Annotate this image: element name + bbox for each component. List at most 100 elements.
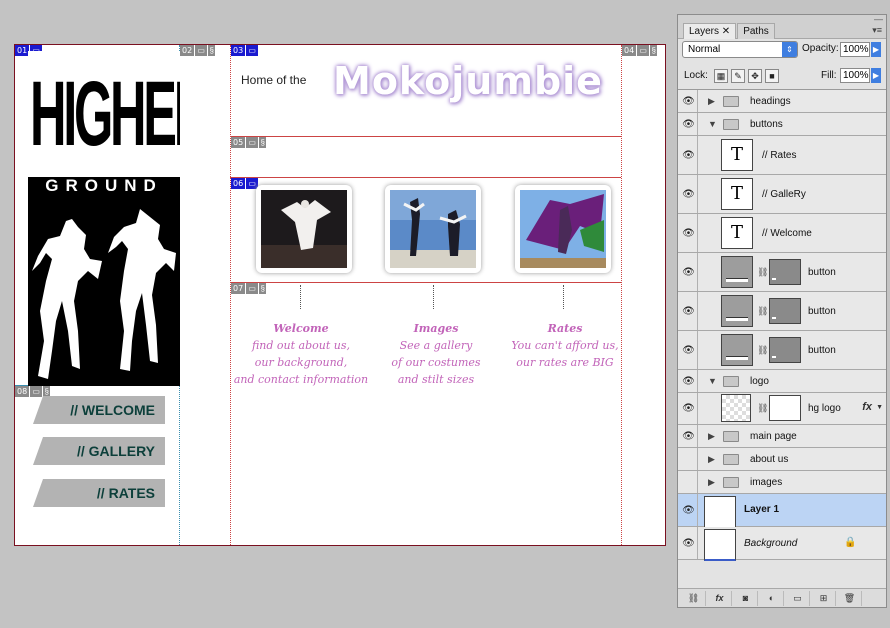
layer-logo[interactable]: 👁 ▼ logo [678, 370, 886, 393]
eye-icon[interactable]: 👁 [680, 370, 698, 392]
text-layer-icon: T [721, 217, 753, 249]
image-slice-icon: ▭ [246, 45, 259, 56]
eye-icon[interactable]: 👁 [680, 253, 698, 291]
tab-paths[interactable]: Paths [737, 23, 775, 39]
slice-tag[interactable]: 05 ▭ § [231, 137, 267, 148]
eye-icon[interactable]: 👁 [680, 393, 698, 424]
blend-mode-value: Normal [688, 44, 721, 55]
layer-background[interactable]: 👁 Background 🔒 [678, 527, 886, 561]
tab-layers[interactable]: Layers ✕ [683, 23, 737, 39]
folder-icon [723, 96, 739, 107]
link-icon[interactable]: ⛓ [757, 403, 768, 414]
slice-tag[interactable]: 08 ▭ § [15, 386, 51, 397]
close-icon[interactable]: ✕ [722, 26, 730, 37]
expand-triangle-icon[interactable]: ▶ [708, 454, 715, 465]
layer-main-page[interactable]: 👁 ▶ main page [678, 425, 886, 448]
opacity-field[interactable]: 100% [840, 42, 870, 57]
fill-field[interactable]: 100% [840, 68, 870, 83]
lock-all-icon[interactable]: ■ [765, 69, 779, 83]
link-slice-icon: § [259, 283, 267, 294]
blend-mode-select[interactable]: Normal ⇕ [682, 41, 798, 58]
layer-thumbnail [721, 394, 751, 422]
fill-label: Fill: [821, 70, 837, 81]
text-layer-icon: T [721, 178, 753, 210]
slice-number: 08 [15, 386, 30, 397]
lock-position-icon[interactable]: ✥ [748, 69, 762, 83]
link-slice-icon: § [43, 386, 51, 397]
nav-button-rates[interactable]: // RATES [33, 479, 165, 507]
layer-about-us[interactable]: 👁 ▶ about us [678, 448, 886, 471]
panel-tabs: Layers ✕ Paths ▾≡ [678, 23, 886, 39]
opacity-arrow-icon[interactable]: ▶ [871, 42, 881, 57]
layer-button[interactable]: 👁 ⛓ button [678, 331, 886, 370]
group-icon[interactable]: ▭ [786, 590, 810, 606]
link-icon[interactable]: ⛓ [757, 306, 768, 317]
layer-hg-logo[interactable]: 👁 ⛓ hg logo fx ▼ [678, 393, 886, 425]
eye-icon[interactable]: 👁 [680, 113, 698, 135]
link-icon[interactable]: ⛓ [682, 590, 706, 606]
trash-icon[interactable]: 🗑 [838, 590, 862, 606]
slice-tag[interactable]: 02 ▭ § [180, 45, 216, 56]
lock-paint-icon[interactable]: ✎ [731, 69, 745, 83]
fx-icon[interactable]: fx [708, 590, 732, 606]
layer-name: // GalleRy [762, 189, 806, 200]
folder-icon [723, 119, 739, 130]
collapse-triangle-icon[interactable]: ▼ [708, 376, 717, 386]
slice-number: 03 [231, 45, 246, 56]
fill-arrow-icon[interactable]: ▶ [871, 68, 881, 83]
eye-icon[interactable]: 👁 [680, 331, 698, 369]
nav-button-gallery[interactable]: // GALLERY [33, 437, 165, 465]
eye-icon[interactable]: 👁 [680, 90, 698, 112]
layer-images[interactable]: 👁 ▶ images [678, 471, 886, 494]
expand-triangle-icon[interactable]: ▶ [708, 431, 715, 442]
eye-icon[interactable]: 👁 [680, 494, 698, 526]
chevron-updown-icon: ⇕ [782, 42, 797, 57]
layer-text-welcome[interactable]: 👁 T // Welcome [678, 214, 886, 253]
expand-triangle-icon[interactable]: ▶ [708, 477, 715, 488]
layer-headings[interactable]: 👁 ▶ headings [678, 90, 886, 113]
adjustment-icon[interactable]: ◐ [760, 590, 784, 606]
document-canvas[interactable]: 01▭ 02▭§ 03▭ 04▭§ 05▭§ 06▭ 07▭§ 08▭§ HIG… [14, 44, 666, 546]
photo-welcome[interactable] [256, 185, 352, 273]
mask-icon[interactable]: ◙ [734, 590, 758, 606]
slice-tag[interactable]: 06 ▭ [231, 178, 259, 189]
eye-icon[interactable]: 👁 [680, 471, 698, 493]
slice-tag[interactable]: 07 ▭ § [231, 283, 267, 294]
eye-icon[interactable]: 👁 [680, 292, 698, 330]
chevron-down-icon[interactable]: ▼ [876, 404, 883, 411]
eye-icon[interactable]: 👁 [680, 136, 698, 174]
layer-name: button [808, 306, 836, 317]
nav-button-welcome[interactable]: // WELCOME [33, 396, 165, 424]
layer-buttons[interactable]: 👁 ▼ buttons [678, 113, 886, 136]
fx-icon[interactable]: fx [862, 401, 872, 413]
photo-images[interactable] [385, 185, 481, 273]
caption-welcome: Welcome find out about us, our backgroun… [231, 320, 371, 388]
layer-layer-1[interactable]: 👁 Layer 1 [678, 494, 886, 528]
slice-tag[interactable]: 03 ▭ [231, 45, 259, 56]
eye-icon[interactable]: 👁 [680, 175, 698, 213]
panel-title-bar[interactable]: — [678, 14, 886, 24]
collapse-triangle-icon[interactable]: ▼ [708, 119, 717, 129]
caption-heading: Rates [547, 322, 583, 335]
stilt-figures-illustration [32, 209, 176, 379]
expand-triangle-icon[interactable]: ▶ [708, 96, 715, 107]
slice-tag[interactable]: 04 ▭ § [622, 45, 658, 56]
eye-icon[interactable]: 👁 [680, 448, 698, 470]
photo-rates[interactable] [515, 185, 611, 273]
eye-icon[interactable]: 👁 [680, 214, 698, 252]
text-layer-icon: T [721, 139, 753, 171]
lock-transparent-icon[interactable]: ▦ [714, 69, 728, 83]
eye-icon[interactable]: 👁 [680, 425, 698, 447]
link-icon[interactable]: ⛓ [757, 345, 768, 356]
layer-text-rates[interactable]: 👁 T // Rates [678, 136, 886, 175]
layer-text-gallery[interactable]: 👁 T // GalleRy [678, 175, 886, 214]
logo-header: HIGHER [28, 51, 180, 194]
new-layer-icon[interactable]: ⊞ [812, 590, 836, 606]
layer-thumbnail [721, 334, 753, 366]
link-icon[interactable]: ⛓ [757, 267, 768, 278]
panel-menu-icon[interactable]: ▾≡ [872, 25, 882, 36]
eye-icon[interactable]: 👁 [680, 527, 698, 559]
layer-button[interactable]: 👁 ⛓ button [678, 253, 886, 292]
higher-ground-logo: HIGHER GROUND [28, 51, 180, 386]
layer-button[interactable]: 👁 ⛓ button [678, 292, 886, 331]
